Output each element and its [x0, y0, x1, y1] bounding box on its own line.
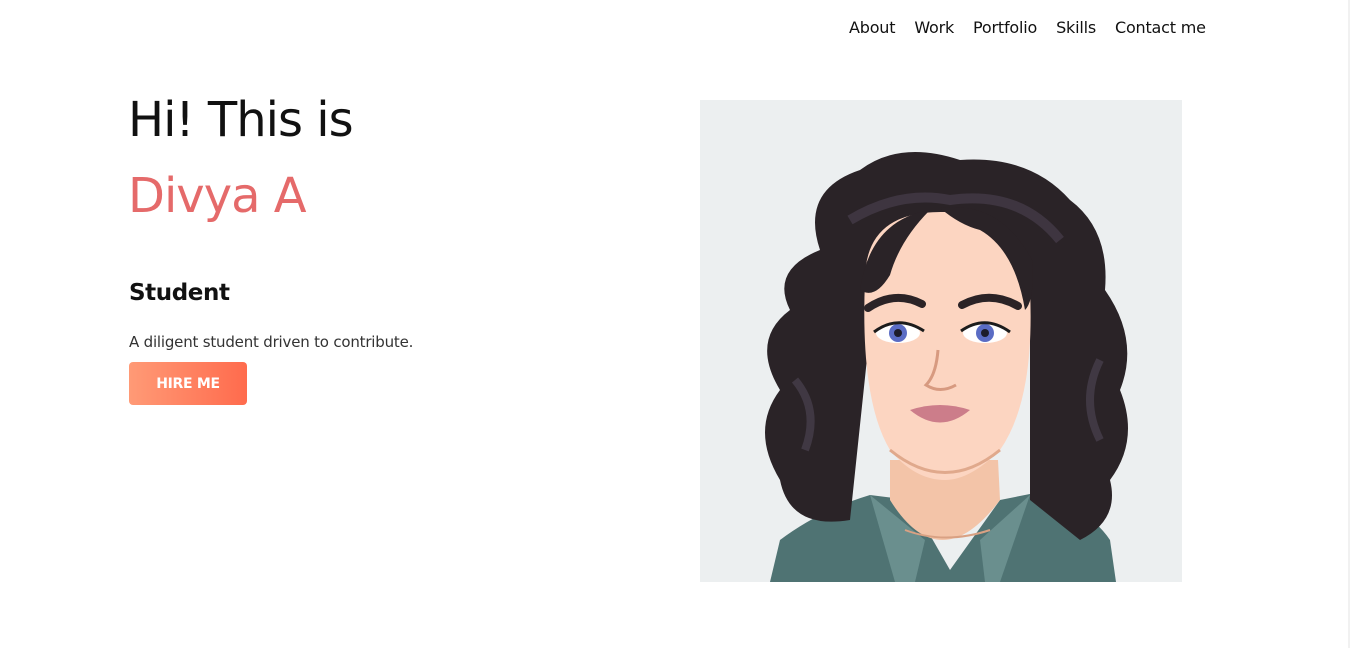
nav-work-link[interactable]: Work: [914, 17, 954, 39]
hero-greeting: Hi! This is: [128, 92, 354, 148]
hire-me-button[interactable]: HIRE ME: [129, 362, 247, 405]
cartoon-woman-portrait-icon: [765, 152, 1128, 582]
avatar-image: [700, 100, 1182, 582]
hero-role: Student: [129, 280, 230, 306]
nav-contact-link[interactable]: Contact me: [1115, 17, 1206, 39]
nav-portfolio-link[interactable]: Portfolio: [973, 17, 1037, 39]
page: About Work Portfolio Skills Contact me H…: [0, 0, 1350, 648]
nav-skills-link[interactable]: Skills: [1056, 17, 1096, 39]
top-nav: About Work Portfolio Skills Contact me: [849, 17, 1206, 39]
nav-about-link[interactable]: About: [849, 17, 896, 39]
hero-description: A diligent student driven to contribute.: [129, 333, 414, 351]
hero-name: Divya A: [128, 168, 307, 224]
